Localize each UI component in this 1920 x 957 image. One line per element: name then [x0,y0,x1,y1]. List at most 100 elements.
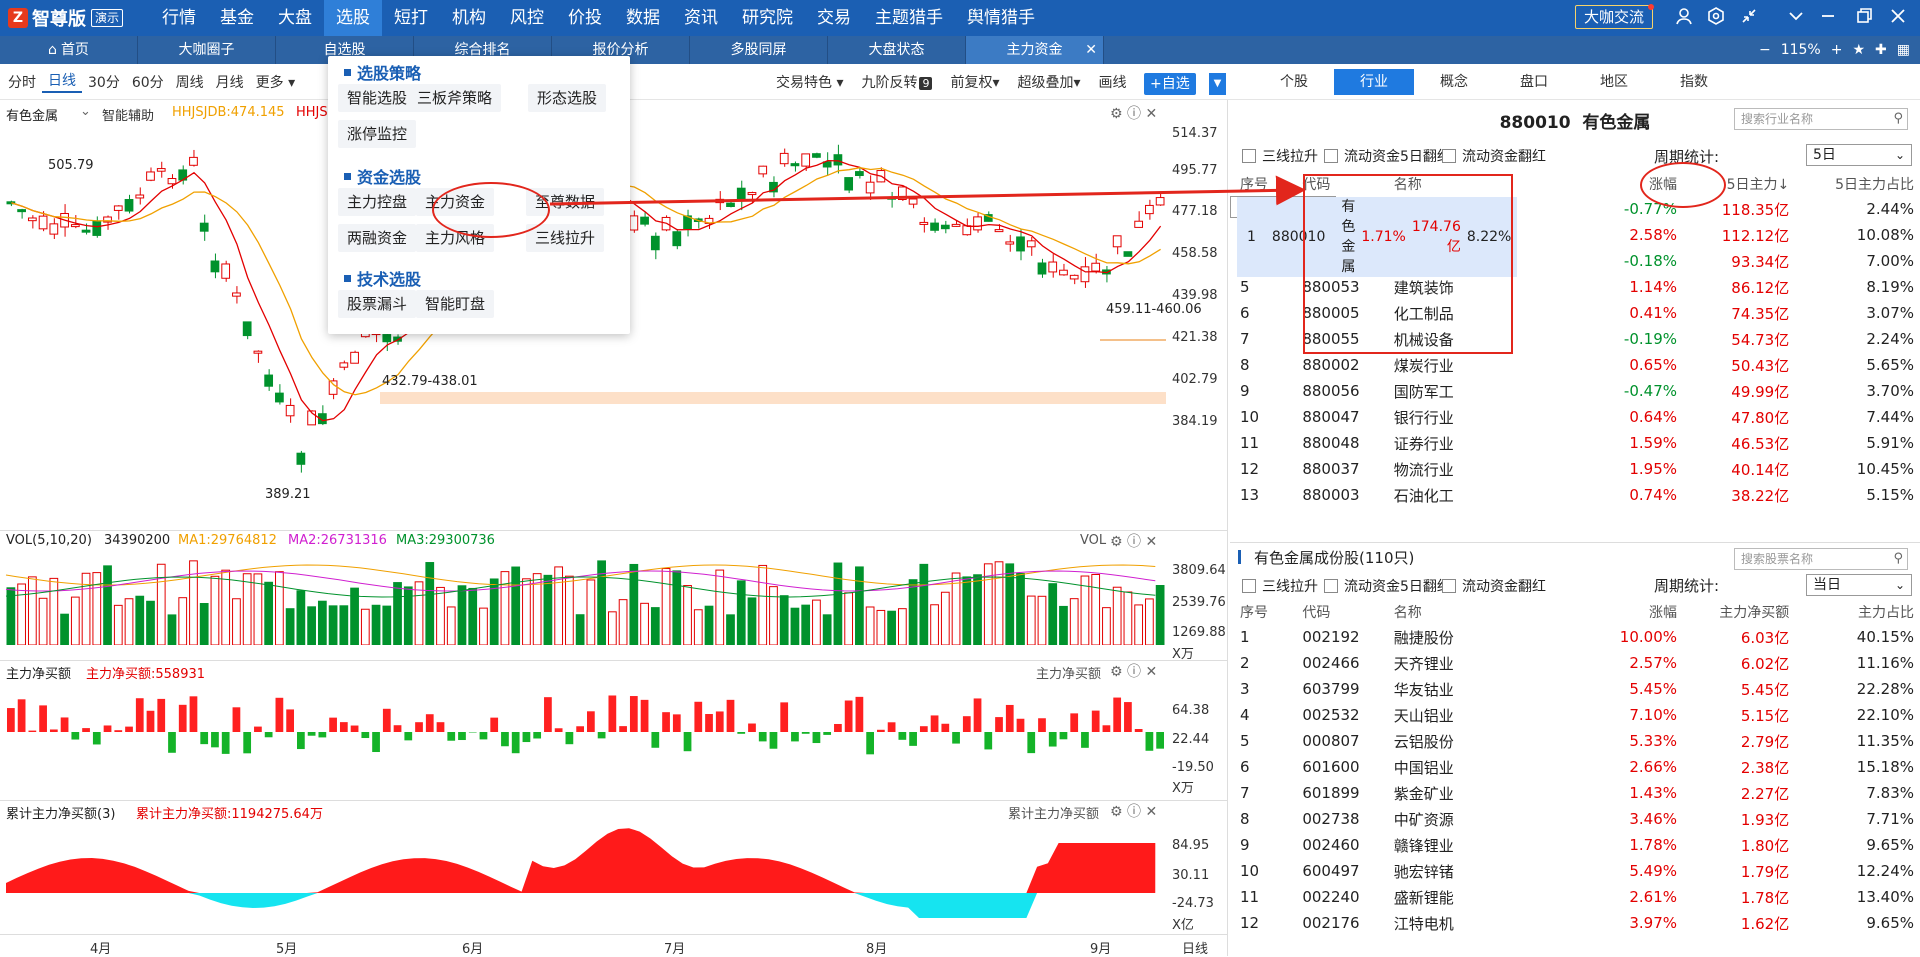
filter-checkbox[interactable]: 流动资金翻红 [1442,576,1546,596]
table-row[interactable]: 10600497驰宏锌锗5.49%1.79亿12.24% [1230,858,1920,884]
zoom-in-button[interactable]: + [1831,42,1843,58]
close-tab-icon[interactable]: ✕ [1085,36,1097,64]
industry-search-input[interactable]: 搜索行业名称⚲ [1734,108,1908,130]
period-option[interactable]: 分时 [2,72,42,92]
add-watchlist-dropdown[interactable]: ▼ [1208,73,1226,95]
search-icon[interactable]: ⚲ [1893,549,1903,569]
menu-item[interactable]: 交易 [805,0,863,36]
menu-item[interactable]: 选股 [324,0,382,36]
period-option[interactable]: 60分 [126,72,170,92]
menu-item[interactable]: 基金 [208,0,266,36]
menu-option[interactable]: 智能选股 [338,84,416,112]
chart-tool-option[interactable]: 画线 [1093,72,1133,92]
table-row[interactable]: 9002460赣锋锂业1.78%1.80亿9.65% [1230,832,1920,858]
net-pane-controls[interactable]: ⚙ ⓘ ✕ [1110,661,1157,681]
right-tab[interactable]: 地区 [1574,69,1654,95]
table-row[interactable]: 11880048证券行业1.59%46.53亿5.91% [1230,430,1920,456]
column-header[interactable]: 涨幅 [1546,600,1683,624]
menu-item[interactable]: 数据 [614,0,672,36]
dropdown-arrow-icon[interactable]: ⌄ [80,104,91,119]
page-tab[interactable]: 多股同屏 [690,36,828,64]
period-option[interactable]: 更多 ▾ [250,72,301,92]
table-row[interactable]: 12880037物流行业1.95%40.14亿10.45% [1230,456,1920,482]
filter-checkbox[interactable]: 三线拉升 [1242,146,1318,166]
stock-period-select[interactable]: 当日⌄ [1806,574,1912,596]
menu-option[interactable]: 形态选股 [528,84,606,112]
filter-checkbox[interactable]: 流动资金5日翻红 [1324,576,1451,596]
chart-tool-option[interactable]: 超级叠加▾ [1012,72,1087,92]
volume-chart[interactable] [0,550,1170,645]
table-row[interactable]: 11002240盛新锂能2.61%1.78亿13.40% [1230,884,1920,910]
minimize-icon[interactable] [1816,6,1840,30]
add-watchlist-button[interactable]: +自选 [1144,73,1196,95]
search-icon[interactable]: ⚲ [1893,109,1903,129]
column-header[interactable]: 序号 [1230,600,1292,624]
zoom-out-button[interactable]: − [1759,42,1771,58]
menu-item[interactable]: 风控 [498,0,556,36]
period-option[interactable]: 日线 [42,71,82,93]
menu-option[interactable]: 涨停监控 [338,120,416,148]
chevron-down-icon[interactable] [1784,6,1808,30]
menu-item[interactable]: 价投 [556,0,614,36]
menu-item[interactable]: 舆情猎手 [955,0,1047,36]
cumulative-net-buy-chart[interactable] [0,818,1170,928]
menu-option[interactable]: 三板斧策略 [408,84,501,112]
chart-tool-option[interactable]: 九阶反转9 [855,72,938,92]
column-header[interactable]: 名称 [1384,600,1546,624]
chart-tool-option[interactable]: 交易特色 ▾ [770,72,849,92]
menu-option[interactable]: 股票漏斗 [338,290,416,318]
right-tab[interactable]: 个股 [1254,69,1334,95]
period-option[interactable]: 30分 [82,72,126,92]
table-row[interactable]: 8880002煤炭行业0.65%50.43亿5.65% [1230,352,1920,378]
column-header[interactable]: 代码 [1292,600,1383,624]
shrink-icon[interactable] [1737,6,1761,30]
filter-checkbox[interactable]: 三线拉升 [1242,576,1318,596]
menu-item[interactable]: 主题猎手 [863,0,955,36]
menu-item[interactable]: 行情 [150,0,208,36]
table-row[interactable]: 10880047银行行业0.64%47.80亿7.44% [1230,404,1920,430]
menu-option[interactable]: 三线拉升 [526,224,604,252]
right-tab[interactable]: 概念 [1414,69,1494,95]
period-option[interactable]: 月线 [210,72,250,92]
right-tab[interactable]: 指数 [1654,69,1734,95]
menu-item[interactable]: 机构 [440,0,498,36]
menu-item[interactable]: 短打 [382,0,440,36]
pin-icon[interactable]: ✚ [1875,42,1887,58]
industry-period-select[interactable]: 5日⌄ [1806,144,1912,166]
period-option[interactable]: 周线 [170,72,210,92]
table-row[interactable]: 3603799华友钴业5.45%5.45亿22.28% [1230,676,1920,702]
table-row[interactable]: 8002738中矿资源3.46%1.93亿7.71% [1230,806,1920,832]
table-row[interactable]: 2002466天齐锂业2.57%6.02亿11.16% [1230,650,1920,676]
vol-pane-controls[interactable]: ⚙ ⓘ ✕ [1110,531,1157,551]
column-header[interactable]: 主力占比 [1795,600,1920,624]
grid-icon[interactable]: ▦ [1897,42,1910,58]
menu-item[interactable]: 研究院 [730,0,805,36]
star-icon[interactable]: ★ [1852,42,1865,58]
stock-search-input[interactable]: 搜索股票名称⚲ [1734,548,1908,570]
right-tab[interactable]: 盘口 [1494,69,1574,95]
user-icon[interactable] [1672,6,1696,30]
table-row[interactable]: 12002176江特电机3.97%1.62亿9.65% [1230,910,1920,936]
table-row[interactable]: 13880003石油化工0.74%38.22亿5.15% [1230,482,1920,508]
menu-item[interactable]: 资讯 [672,0,730,36]
restore-icon[interactable] [1852,6,1876,30]
page-tab[interactable]: 大咖圈子 [138,36,276,64]
page-tab[interactable]: 大盘状态 [828,36,966,64]
table-row[interactable]: 9880056国防军工-0.47%49.99亿3.70% [1230,378,1920,404]
table-row[interactable]: 5000807云铝股份5.33%2.79亿11.35% [1230,728,1920,754]
settings-icon[interactable] [1704,6,1728,30]
page-tab[interactable]: 主力资金✕ [966,36,1104,64]
column-header[interactable]: 5日主力占比 [1795,172,1920,196]
column-header[interactable]: 序号 [1230,172,1292,196]
column-header[interactable]: 主力净买额 [1683,600,1795,624]
right-tab[interactable]: 行业 [1334,69,1414,95]
chart-tool-option[interactable]: 前复权▾ [944,72,1005,92]
filter-checkbox[interactable]: 流动资金5日翻红 [1324,146,1451,166]
menu-option[interactable]: 智能盯盘 [416,290,494,318]
page-tab[interactable]: ⌂首页 [0,36,138,64]
table-row[interactable]: 1002192融捷股份10.00%6.03亿40.15% [1230,624,1920,650]
net-buy-chart[interactable] [0,680,1170,772]
table-row[interactable]: 7601899紫金矿业1.43%2.27亿7.83% [1230,780,1920,806]
menu-item[interactable]: 大盘 [266,0,324,36]
close-icon[interactable] [1886,6,1910,30]
